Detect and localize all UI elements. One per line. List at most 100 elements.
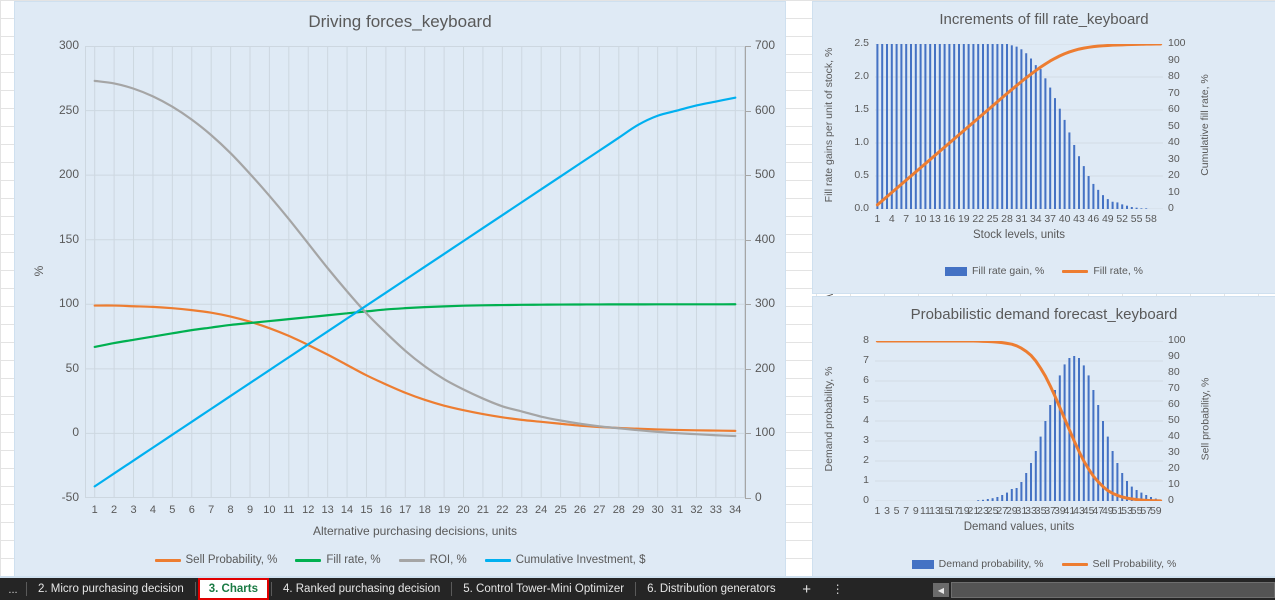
- axis-label-x-driving-forces: Alternative purchasing decisions, units: [312, 524, 518, 538]
- sheet-tab-5[interactable]: 6. Distribution generators: [636, 578, 786, 600]
- y-tick-right: 90: [1168, 53, 1180, 66]
- bar: [929, 44, 932, 209]
- bar: [1111, 201, 1114, 209]
- bar: [1087, 176, 1090, 209]
- bar: [1145, 208, 1148, 209]
- y-tick-right: 90: [1168, 350, 1180, 362]
- x-tick: 8: [227, 504, 234, 516]
- bar: [1082, 166, 1085, 209]
- x-tick: 58: [1145, 213, 1157, 225]
- legend-label: Sell Probability, %: [185, 554, 278, 566]
- bar: [953, 44, 956, 209]
- y-tick-left: 0.0: [854, 202, 869, 214]
- legend-item-1[interactable]: Fill rate gain, %: [945, 265, 1044, 277]
- y-tick-right: 50: [1168, 119, 1180, 132]
- legend-line-swatch: [484, 558, 511, 562]
- x-tick: 34: [729, 504, 742, 516]
- y-tick-left: 2.5: [854, 37, 869, 49]
- bar: [1106, 199, 1109, 209]
- bar: [981, 499, 985, 501]
- bar: [1049, 87, 1052, 209]
- bar: [890, 44, 893, 209]
- x-tick: 25: [554, 504, 567, 516]
- bar: [1063, 119, 1066, 209]
- sheet-tab-4[interactable]: 5. Control Tower-Mini Optimizer: [452, 578, 635, 600]
- y-tick-right: 30: [1168, 152, 1180, 165]
- x-tick: 14: [340, 504, 354, 516]
- bar: [1029, 58, 1033, 209]
- y-tick-left: 2: [863, 454, 869, 466]
- y-tick-left: -50: [61, 490, 79, 504]
- legend-increments-of-fill-rate[interactable]: Fill rate gain, % Fill rate, %: [813, 265, 1275, 277]
- x-tick: 2: [111, 504, 118, 516]
- legend-item-2[interactable]: Fill rate, %: [1062, 265, 1143, 277]
- horizontal-scrollbar[interactable]: ◀: [933, 581, 1275, 599]
- y2-axis-line: [745, 46, 746, 498]
- legend-bar-swatch: [945, 266, 968, 276]
- bar: [1049, 405, 1052, 501]
- y-tick-left: 7: [863, 354, 869, 366]
- bar: [1116, 202, 1119, 209]
- series-line-3: [93, 79, 737, 438]
- bar: [909, 44, 913, 209]
- legend-label: Sell Probability, %: [1092, 558, 1177, 570]
- bar: [905, 44, 908, 209]
- scroll-left-arrow-icon[interactable]: ◀: [933, 583, 949, 597]
- legend-probabilistic-demand-forecast[interactable]: Demand probability, % Sell Probability, %: [813, 558, 1275, 570]
- legend-item-1[interactable]: Sell Probability, %: [154, 554, 278, 566]
- bar: [895, 44, 898, 209]
- y-tick-right: 0: [755, 490, 762, 504]
- legend-item-2[interactable]: Sell Probability, %: [1061, 558, 1177, 570]
- legend-driving-forces[interactable]: Sell Probability, % Fill rate, % ROI, % Cum…: [15, 554, 785, 566]
- scrollbar-track[interactable]: [951, 582, 1275, 598]
- y-tick-right: 20: [1168, 169, 1180, 181]
- bar: [948, 44, 951, 209]
- bar: [1039, 436, 1042, 501]
- y-tick-right: 10: [1168, 185, 1180, 198]
- x-tick: 11: [283, 504, 295, 516]
- legend-item-4[interactable]: Cumulative Investment, $: [484, 554, 645, 566]
- add-sheet-button[interactable]: +: [787, 578, 827, 600]
- x-tick: 13: [321, 504, 334, 516]
- axis-label-x-probabilistic-demand-forecast: Demand values, units: [963, 521, 1075, 533]
- axis-label-x-increments-of-fill-rate: Stock levels, units: [972, 229, 1066, 241]
- legend-line-swatch: [1062, 269, 1089, 273]
- chart-increments-of-fill-rate[interactable]: Increments of fill rate_keyboard Fill ra…: [812, 1, 1275, 294]
- sheet-tab-bar: ... 2. Micro purchasing decision 3. Chart…: [0, 578, 1275, 600]
- y-tick-right: 600: [755, 102, 776, 117]
- chart-driving-forces[interactable]: Driving forces_keyboard % Investment, $ …: [14, 1, 836, 579]
- sheet-tab-3[interactable]: 4. Ranked purchasing decision: [272, 578, 451, 600]
- sheet-overflow-button[interactable]: ...: [0, 578, 26, 600]
- legend-item-3[interactable]: ROI, %: [398, 554, 467, 566]
- legend-label: Demand probability, %: [938, 558, 1044, 570]
- bar: [1044, 421, 1047, 501]
- series-line-1: [93, 304, 737, 432]
- x-tick: 17: [399, 504, 412, 516]
- sheet-tab-2[interactable]: 3. Charts: [197, 578, 269, 600]
- legend-item-1[interactable]: Demand probability, %: [911, 558, 1044, 570]
- tab-options-kebab-icon[interactable]: ⋮: [827, 578, 849, 600]
- axis-label-y-increments-of-fill-rate: Fill rate gains per unit of stock, %: [823, 47, 835, 202]
- bar: [1121, 204, 1124, 209]
- bar: [1097, 405, 1100, 501]
- y-tick-right: 100: [755, 425, 776, 440]
- bar: [885, 44, 889, 209]
- bar: [1034, 451, 1037, 501]
- y-tick-left: 4: [863, 414, 869, 426]
- y-tick-left: 300: [58, 38, 79, 52]
- bar: [1044, 78, 1047, 209]
- bar: [991, 44, 994, 209]
- legend-item-2[interactable]: Fill rate, %: [295, 554, 381, 566]
- y-tick-right: 60: [1168, 398, 1180, 410]
- bar: [1020, 49, 1023, 209]
- sheet-tab-1[interactable]: 2. Micro purchasing decision: [27, 578, 195, 600]
- x-tick: 59: [1149, 505, 1162, 517]
- bar: [1010, 45, 1013, 209]
- bar: [1073, 356, 1076, 501]
- bar: [1092, 390, 1095, 501]
- bar: [1058, 375, 1061, 501]
- chart-probabilistic-demand-forecast[interactable]: Probabilistic demand forecast_keyboard D…: [812, 296, 1275, 579]
- bar: [914, 44, 917, 209]
- y-tick-left: 2.0: [854, 70, 869, 82]
- bar: [1034, 65, 1037, 209]
